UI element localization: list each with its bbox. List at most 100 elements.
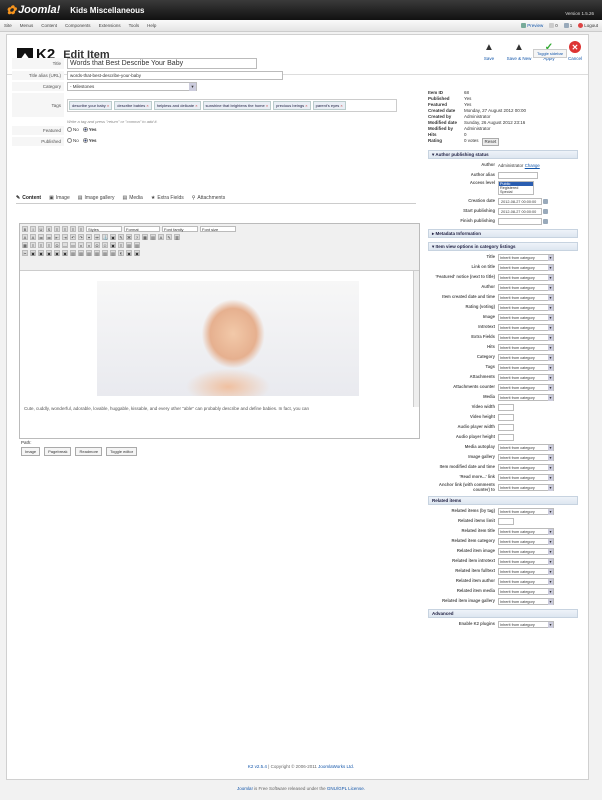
published-no-radio[interactable]: No bbox=[67, 138, 79, 143]
option-input[interactable] bbox=[498, 517, 514, 525]
inherit-select[interactable]: Inherit from category bbox=[498, 527, 554, 535]
editor-tool-button[interactable]: ⇥ bbox=[62, 234, 68, 240]
preview-link[interactable]: Preview bbox=[521, 23, 543, 28]
toggle-sidebar-button[interactable]: Toggle sidebar bbox=[533, 49, 568, 58]
editor-tool-button[interactable]: ✎ bbox=[166, 234, 172, 240]
inherit-select[interactable]: Inherit from category bbox=[498, 587, 554, 595]
inherit-select[interactable]: Inherit from category bbox=[498, 293, 554, 301]
editor-tool-button[interactable]: ▭ bbox=[70, 242, 76, 248]
editor-tool-button[interactable]: x bbox=[78, 242, 84, 248]
editor-tool-button[interactable]: ▣ bbox=[54, 250, 60, 256]
inherit-select[interactable]: Inherit from category bbox=[498, 363, 554, 371]
published-yes-radio[interactable]: Yes bbox=[82, 138, 97, 143]
tab-attachments[interactable]: ⚲ Attachments bbox=[192, 195, 225, 201]
format-select[interactable]: Format bbox=[124, 226, 160, 232]
editor-scrollbar[interactable] bbox=[413, 271, 419, 407]
editor-tool-button[interactable]: ≡ bbox=[30, 242, 36, 248]
inherit-select[interactable]: Inherit from category bbox=[498, 373, 554, 381]
italic-button[interactable]: I bbox=[30, 226, 36, 232]
underline-button[interactable]: U bbox=[38, 226, 44, 232]
users-indicator[interactable]: 1 bbox=[563, 23, 572, 28]
editor-tool-button[interactable]: ▤ bbox=[78, 250, 84, 256]
tag-chip[interactable]: sunshine that brightens the home × bbox=[202, 100, 272, 110]
tags-box[interactable]: describe your baby × describe babies × hel… bbox=[67, 98, 397, 112]
finish-publishing-input[interactable] bbox=[498, 217, 542, 225]
menu-item[interactable]: Site bbox=[4, 23, 12, 28]
editor-tool-button[interactable]: ▣ bbox=[62, 250, 68, 256]
tab-image-gallery[interactable]: ▤ Image gallery bbox=[78, 195, 115, 201]
author-section-header[interactable]: ▾ Author publishing status bbox=[428, 150, 578, 159]
editor-tool-button[interactable]: ☺ bbox=[102, 242, 108, 248]
editor-tool-button[interactable]: ▦ bbox=[142, 234, 148, 240]
menu-item[interactable]: Components bbox=[65, 23, 91, 28]
tag-chip[interactable]: describe babies × bbox=[114, 100, 152, 110]
styles-select[interactable]: Styles bbox=[86, 226, 122, 232]
align-right-button[interactable]: ≡ bbox=[70, 226, 76, 232]
editor-tool-button[interactable]: ▦ bbox=[22, 242, 28, 248]
editor-tool-button[interactable]: ▤ bbox=[126, 242, 132, 248]
editor-tool-button[interactable]: ≔ bbox=[38, 234, 44, 240]
inherit-select[interactable]: Inherit from category bbox=[498, 597, 554, 605]
tab-media[interactable]: ▤ Media bbox=[122, 195, 142, 201]
joomla-link[interactable]: Joomla! bbox=[237, 786, 253, 791]
category-select[interactable]: - Milestones ▾ bbox=[67, 82, 197, 91]
remove-tag-icon[interactable]: × bbox=[304, 103, 307, 108]
bold-button[interactable]: B bbox=[22, 226, 28, 232]
menu-item[interactable]: Tools bbox=[129, 23, 140, 28]
author-change-link[interactable]: Change bbox=[525, 163, 540, 168]
editor-tool-button[interactable]: ▤ bbox=[102, 250, 108, 256]
remove-tag-icon[interactable]: × bbox=[106, 103, 109, 108]
editor-tool-button[interactable]: — bbox=[62, 242, 68, 248]
align-center-button[interactable]: ≡ bbox=[62, 226, 68, 232]
editor-tool-button[interactable]: ¶ bbox=[118, 250, 124, 256]
start-publishing-input[interactable]: 2012-08-27 00:00:00 bbox=[498, 207, 542, 215]
access-level-list[interactable]: Public Registered Special bbox=[498, 181, 534, 195]
inherit-select[interactable]: Inherit from category bbox=[498, 557, 554, 565]
tag-chip[interactable]: describe your baby × bbox=[69, 100, 113, 110]
inherit-select[interactable]: Inherit from category bbox=[498, 313, 554, 321]
menu-item[interactable]: Help bbox=[147, 23, 156, 28]
joomlaworks-link[interactable]: JoomlaWorks Ltd. bbox=[318, 764, 354, 769]
inherit-select[interactable]: Inherit from category bbox=[498, 443, 554, 451]
inherit-select[interactable]: Inherit from category bbox=[498, 484, 554, 492]
inherit-select[interactable]: Inherit from category bbox=[498, 323, 554, 331]
featured-no-radio[interactable]: No bbox=[67, 127, 79, 132]
editor-tool-button[interactable]: ▥ bbox=[174, 234, 180, 240]
logout-link[interactable]: Logout bbox=[578, 23, 598, 28]
inherit-select[interactable]: Inherit from category bbox=[498, 283, 554, 291]
menu-item[interactable]: Menus bbox=[20, 23, 34, 28]
editor-tool-button[interactable]: ⚓ bbox=[102, 234, 108, 240]
editor-tool-button[interactable]: ≡ bbox=[46, 242, 52, 248]
messages-indicator[interactable]: 0 bbox=[549, 23, 558, 28]
featured-yes-radio[interactable]: Yes bbox=[82, 127, 97, 132]
calendar-icon[interactable] bbox=[543, 218, 548, 224]
editor-tool-button[interactable]: ▣ bbox=[46, 250, 52, 256]
option-input[interactable] bbox=[498, 403, 514, 411]
inherit-select[interactable]: Inherit from category bbox=[498, 473, 554, 481]
editor-toggle-editor-button[interactable]: Toggle editor bbox=[106, 447, 138, 456]
cancel-button[interactable]: ✕ Cancel bbox=[566, 41, 584, 61]
tag-chip[interactable]: precious beings × bbox=[273, 100, 311, 110]
editor-tool-button[interactable]: ≔ bbox=[46, 234, 52, 240]
editor-tool-button[interactable]: ▣ bbox=[134, 250, 140, 256]
tab-extra-fields[interactable]: ★ Extra Fields bbox=[151, 195, 184, 201]
editor-tool-button[interactable]: Ω bbox=[54, 242, 60, 248]
access-option[interactable]: Special bbox=[499, 190, 533, 194]
author-alias-input[interactable] bbox=[498, 171, 538, 179]
editor-tool-button[interactable]: ▣ bbox=[38, 250, 44, 256]
editor-tool-button[interactable]: ≡ bbox=[118, 242, 124, 248]
option-input[interactable] bbox=[498, 413, 514, 421]
inherit-select[interactable]: Inherit from category bbox=[498, 253, 554, 261]
editor-tool-button[interactable]: A bbox=[30, 234, 36, 240]
tag-chip[interactable]: parent's eyes × bbox=[312, 100, 346, 110]
inherit-select[interactable]: Inherit from category bbox=[498, 303, 554, 311]
inherit-select[interactable]: Inherit from category bbox=[498, 273, 554, 281]
inherit-select[interactable]: Inherit from category bbox=[498, 343, 554, 351]
alias-input[interactable]: words-that-best-describe-your-baby bbox=[67, 71, 283, 80]
editor-tool-button[interactable]: ▣ bbox=[30, 250, 36, 256]
editor-tool-button[interactable]: ⚮ bbox=[94, 234, 100, 240]
inherit-select[interactable]: Inherit from category bbox=[498, 453, 554, 461]
remove-tag-icon[interactable]: × bbox=[339, 103, 342, 108]
editor-tool-button[interactable]: ▣ bbox=[110, 242, 116, 248]
option-input[interactable] bbox=[498, 433, 514, 441]
